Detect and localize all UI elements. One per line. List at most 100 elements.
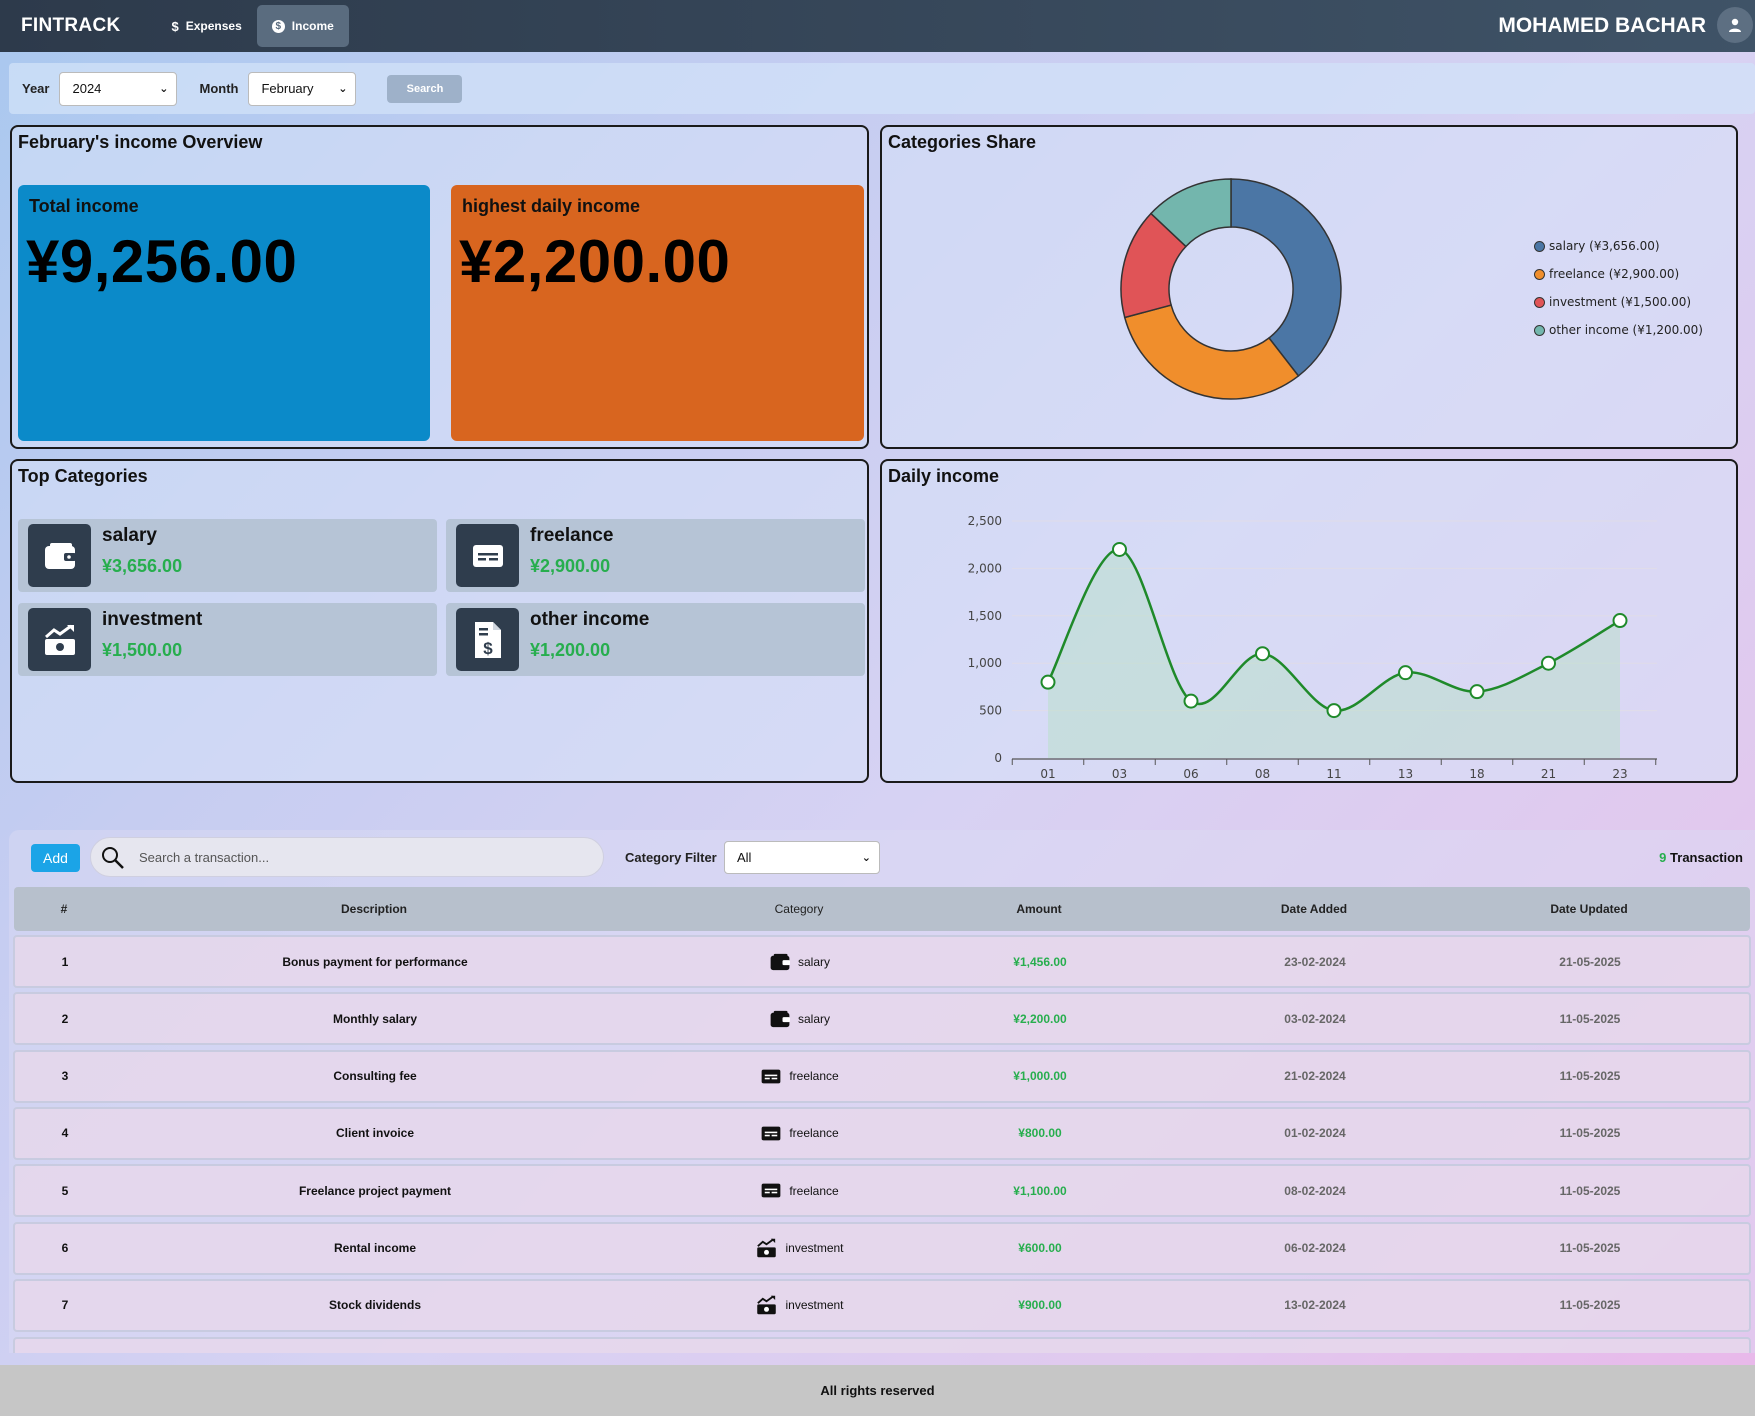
legend-label: freelance (¥2,900.00)	[1549, 267, 1680, 281]
month-select[interactable]: February ⌄	[248, 71, 357, 106]
y-tick-label: 0	[994, 751, 1002, 765]
row-category: investment	[645, 1281, 955, 1330]
year-select[interactable]: 2024 ⌄	[59, 71, 178, 106]
card-icon	[761, 1069, 781, 1084]
user-name: MOHAMED BACHAR	[1498, 14, 1706, 37]
category-amount: ¥1,500.00	[102, 640, 183, 660]
daily-income-chart: 0 500 1,000 1,500 2,000 2,500 01 03 06 08 11 13 18 21…	[968, 514, 1657, 781]
row-date-added: 21-02-2024	[1284, 1069, 1346, 1084]
transactions-toolbar: Add Search a transaction... Category Fil…	[9, 830, 1755, 886]
row-description: Monthly salary	[332, 1011, 418, 1026]
row-category: salary	[645, 937, 955, 986]
row-date-updated: 11-05-2025	[1559, 1126, 1621, 1141]
donut-slice-salary[interactable]	[1230, 178, 1342, 377]
data-point-11[interactable]	[1326, 703, 1342, 719]
header-amount[interactable]: Amount	[919, 887, 1159, 931]
row-number: 5	[61, 1183, 69, 1198]
search-button[interactable]: Search	[387, 74, 463, 103]
category-filter-label: Category Filter	[625, 850, 717, 865]
row-date-added: 13-02-2024	[1284, 1298, 1346, 1313]
row-amount: ¥800.00	[1018, 1126, 1062, 1141]
header-description[interactable]: Description	[164, 887, 584, 931]
data-point-01[interactable]	[1040, 674, 1056, 690]
nav-income[interactable]: $ Income	[256, 5, 349, 47]
wallet-icon	[770, 953, 790, 971]
top-categories-title: Top Categories	[18, 466, 148, 486]
legend-dot	[1534, 296, 1545, 308]
nav-expenses[interactable]: $ Expenses	[157, 5, 257, 47]
legend-item[interactable]: investment (¥1,500.00)	[1534, 288, 1703, 316]
table-row[interactable]: 6 Rental income investment ¥600.00 06-02-202…	[13, 1221, 1751, 1275]
highest-income-value: ¥2,200.00	[459, 228, 731, 295]
table-row[interactable]: 1 Bonus payment for performance salary ¥1,4…	[13, 935, 1751, 988]
table-row[interactable]: 3 Consulting fee freelance ¥1,000.00 21-02-2…	[13, 1049, 1751, 1103]
avatar[interactable]	[1717, 7, 1753, 43]
header-date-added[interactable]: Date Added	[1194, 887, 1434, 931]
categories-share-panel: Categories Share salary (¥3,656.00) freel…	[880, 125, 1738, 449]
coin-icon: $	[271, 19, 285, 33]
row-category-label: salary	[797, 954, 830, 969]
row-category-label: freelance	[789, 1069, 839, 1084]
row-amount: ¥2,200.00	[1013, 1011, 1067, 1026]
legend-item[interactable]: salary (¥3,656.00)	[1534, 232, 1703, 260]
y-tick-label: 1,000	[968, 656, 1002, 670]
category-name: salary	[102, 525, 157, 546]
x-tick-label: 11	[1326, 767, 1341, 781]
chevron-down-icon: ⌄	[861, 852, 871, 864]
wallet-icon	[28, 524, 91, 587]
data-point-08[interactable]	[1255, 646, 1270, 662]
category-amount: ¥1,200.00	[530, 640, 611, 660]
category-card-other-income[interactable]: $ other income ¥1,200.00	[446, 603, 865, 676]
invoice-dollar-icon: $	[456, 608, 519, 671]
legend-item[interactable]: freelance (¥2,900.00)	[1534, 260, 1703, 288]
data-point-23[interactable]	[1612, 613, 1628, 629]
data-point-13[interactable]	[1398, 665, 1413, 681]
search-input[interactable]: Search a transaction...	[90, 837, 604, 877]
x-tick-label: 13	[1398, 767, 1413, 781]
table-row[interactable]: 7 Stock dividends investment ¥900.00 13-02-2…	[13, 1278, 1751, 1332]
card-icon	[761, 1126, 781, 1141]
data-point-03[interactable]	[1112, 541, 1127, 557]
y-tick-label: 500	[979, 704, 1002, 718]
row-category-label: salary	[797, 1011, 830, 1026]
area-fill	[1048, 549, 1620, 758]
legend-label: investment (¥1,500.00)	[1549, 295, 1692, 309]
card-icon	[456, 524, 519, 587]
data-point-06[interactable]	[1183, 693, 1199, 709]
category-card-investment[interactable]: investment ¥1,500.00	[18, 603, 437, 676]
month-label: Month	[199, 81, 239, 96]
transaction-count-number: 9	[1659, 850, 1667, 865]
x-tick-label: 21	[1541, 767, 1556, 781]
category-filter-select[interactable]: All ⌄	[724, 841, 880, 874]
total-income-value: ¥9,256.00	[26, 228, 298, 295]
brand-logo[interactable]: FINTRACK	[21, 15, 121, 37]
add-button[interactable]: Add	[31, 844, 80, 872]
category-card-freelance[interactable]: freelance ¥2,900.00	[446, 519, 865, 592]
row-category: salary	[645, 994, 955, 1043]
table-row[interactable]: 4 Client invoice freelance ¥800.00 01-02-202…	[13, 1106, 1751, 1160]
row-amount: ¥1,456.00	[1013, 954, 1067, 969]
highest-income-label: highest daily income	[462, 196, 641, 216]
data-point-18[interactable]	[1469, 684, 1485, 700]
donut-slice-freelance[interactable]	[1123, 304, 1300, 400]
transaction-count: 9 Transaction	[1659, 850, 1743, 865]
row-description: Consulting fee	[333, 1069, 417, 1084]
table-row-partial[interactable]	[13, 1337, 1751, 1353]
category-name: freelance	[530, 525, 614, 546]
row-date-added: 23-02-2024	[1284, 954, 1346, 969]
header-category[interactable]: Category	[644, 887, 954, 931]
header-number: #	[60, 902, 68, 916]
table-row[interactable]: 2 Monthly salary salary ¥2,200.00 03-02-2024…	[13, 992, 1751, 1046]
table-row[interactable]: 5 Freelance project payment freelance ¥1,10…	[13, 1164, 1751, 1218]
row-category: freelance	[645, 1166, 955, 1215]
row-number: 6	[61, 1241, 69, 1255]
category-card-salary[interactable]: salary ¥3,656.00	[18, 519, 437, 592]
transaction-count-label: Transaction	[1670, 850, 1743, 865]
data-point-21[interactable]	[1541, 655, 1556, 671]
total-income-label: Total income	[29, 196, 139, 216]
card-icon	[761, 1183, 781, 1198]
search-icon	[102, 847, 124, 869]
header-date-updated[interactable]: Date Updated	[1469, 887, 1709, 931]
legend-item[interactable]: other income (¥1,200.00)	[1534, 316, 1703, 344]
total-income-card: Total income ¥9,256.00	[18, 185, 430, 441]
